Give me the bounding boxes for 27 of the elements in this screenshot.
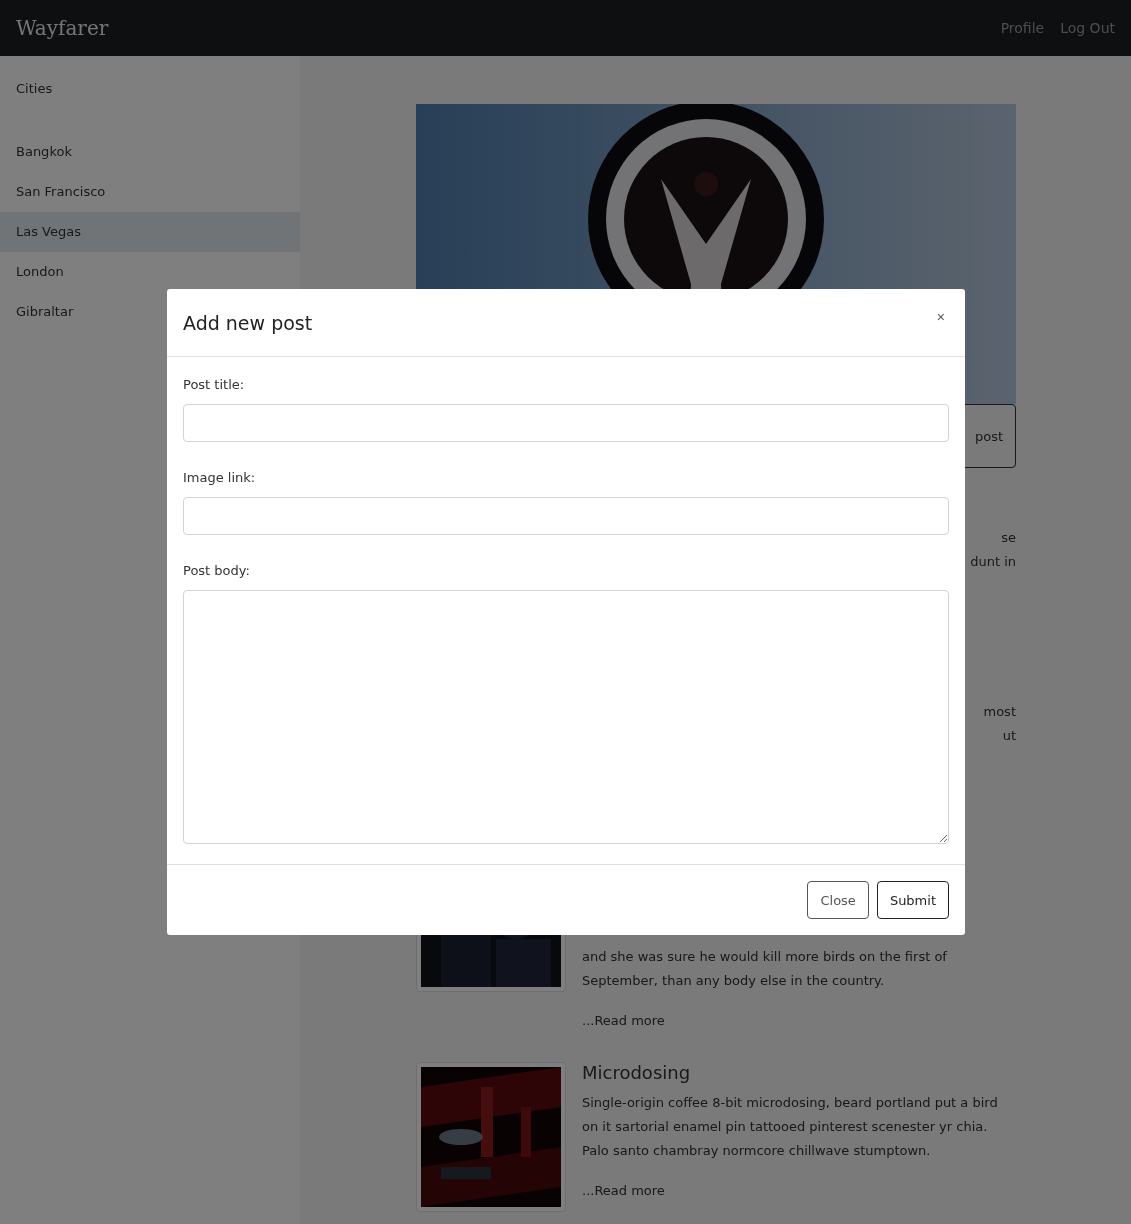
post-title: Microdosing — [582, 1062, 692, 1083]
nav-link[interactable]: Profile — [1000, 20, 1045, 36]
post-body: Single-origin coffee 8-bit microdosing, beard portland put a bird on it sartorial enamel pin tattooed pinterest scenester yr chia. Palo santo chambray normcore chillwave stumptown. — [582, 1094, 999, 1160]
field-label: Image link: — [183, 470, 257, 485]
close-button[interactable]: × — [932, 309, 949, 325]
read-more-link[interactable]: ...Read more — [582, 1009, 1016, 1033]
field-label: Post title: — [183, 377, 246, 392]
field-label: Post body: — [183, 563, 251, 578]
input-field[interactable] — [183, 497, 949, 535]
sidebar-item[interactable]: London — [0, 252, 300, 292]
nav-link[interactable]: Log Out — [1060, 20, 1115, 36]
post-body: and she was sure he would kill more birds on the first of September, than any body else in the country. — [582, 948, 948, 990]
sidebar-item[interactable]: Las Vegas — [0, 212, 300, 252]
input-field[interactable] — [183, 404, 949, 442]
sidebar-item[interactable]: San Francisco — [0, 172, 300, 212]
post-text: se — [1001, 529, 1016, 547]
sidebar-heading: Cities — [15, 80, 54, 98]
post-text: dunt in — [970, 553, 1016, 571]
read-more-link[interactable]: ...Read more — [582, 1179, 1016, 1203]
sidebar-item[interactable]: Bangkok — [0, 132, 300, 172]
post-text: ut — [1002, 727, 1016, 745]
brand-logo[interactable]: Wayfarer — [16, 16, 109, 40]
submit-button[interactable]: Submit — [876, 881, 949, 919]
close-button[interactable]: Close — [807, 881, 869, 919]
post-text: most — [983, 703, 1016, 721]
modal-title: Add new post — [183, 311, 313, 334]
textarea-field[interactable] — [183, 590, 949, 844]
